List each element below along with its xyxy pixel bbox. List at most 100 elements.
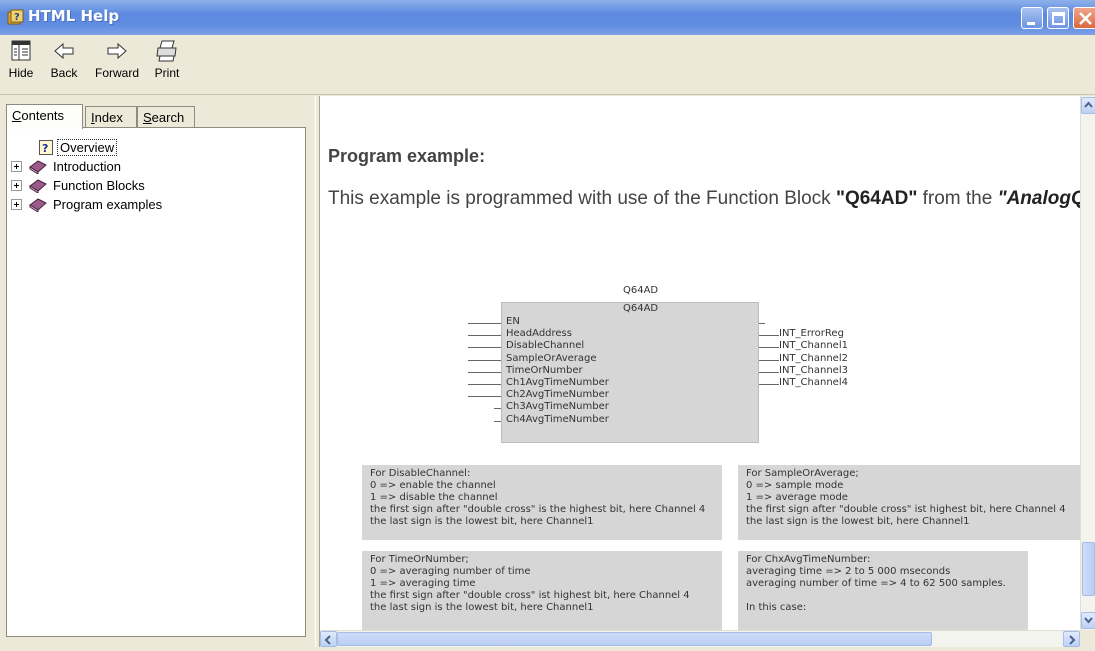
book-icon — [29, 198, 47, 212]
note-line: 0 => enable the channel — [370, 480, 496, 491]
scroll-up-button[interactable] — [1081, 97, 1095, 114]
tree-item-label: Program examples — [53, 197, 163, 212]
printer-icon — [156, 40, 177, 62]
fb-output-value: INT_Channel2 — [779, 353, 848, 364]
scroll-left-button[interactable] — [320, 631, 337, 647]
expand-plus-icon[interactable] — [11, 161, 22, 172]
chevron-down-icon — [1084, 617, 1093, 624]
toolbar: Hide Back Forward Print — [0, 35, 1095, 95]
fb-input-name: EN — [506, 316, 520, 327]
fb-input-wire — [468, 335, 501, 336]
note-line: 0 => averaging number of time — [370, 566, 531, 577]
tree-item-program-examples[interactable]: Program examples — [7, 196, 187, 214]
horizontal-scroll-thumb[interactable] — [337, 632, 932, 646]
help-app-icon: ? — [7, 9, 24, 25]
note-line: 0 => sample mode — [746, 480, 844, 491]
fb-input-wire — [468, 384, 501, 385]
tab-contents-label: ontents — [21, 108, 65, 123]
fb-input-name: TimeOrNumber — [506, 365, 583, 376]
scrollbar-corner — [1080, 630, 1095, 647]
tab-search[interactable]: Search — [137, 106, 195, 128]
forward-arrow-icon — [107, 42, 127, 60]
fb-input-name: Ch3AvgTimeNumber — [506, 401, 609, 412]
vertical-scrollbar[interactable] — [1080, 96, 1095, 630]
fb-output-value: INT_ErrorReg — [779, 328, 844, 339]
hide-pane-icon — [11, 40, 31, 61]
forward-button[interactable]: Forward — [92, 39, 142, 91]
intro-text-mid: from the — [917, 188, 998, 209]
note-line: In this case: — [746, 602, 807, 613]
intro-text-start: This example is programmed with use of t… — [328, 188, 836, 209]
print-button[interactable]: Print — [150, 39, 184, 91]
note-line: the first sign after "double cross" ist … — [370, 590, 690, 601]
note-line: 1 => disable the channel — [370, 492, 498, 503]
back-button[interactable]: Back — [46, 39, 82, 91]
minimize-button[interactable] — [1021, 7, 1043, 29]
fb-title-inner: Q64AD — [623, 303, 659, 314]
tab-contents[interactable]: Contents — [6, 104, 83, 129]
intro-fb-name: "Q64AD" — [835, 188, 918, 209]
note-line: For DisableChannel: — [370, 468, 471, 479]
fb-output-value: INT_Channel1 — [779, 340, 848, 351]
tree-item-function-blocks[interactable]: Function Blocks — [7, 177, 167, 195]
chevron-up-icon — [1084, 101, 1093, 108]
fb-input-name: HeadAddress — [506, 328, 572, 339]
note-line: averaging time => 2 to 5 000 mseconds — [746, 566, 951, 577]
fb-title-outer: Q64AD — [623, 285, 659, 296]
maximize-icon — [1052, 12, 1065, 25]
note-line — [746, 590, 1020, 602]
help-page-icon: ? — [39, 140, 53, 155]
fb-output-wire — [759, 335, 779, 336]
chevron-right-icon — [1069, 635, 1076, 645]
expand-plus-icon[interactable] — [11, 180, 22, 191]
tab-index-label: ndex — [94, 110, 123, 125]
note-line: For TimeOrNumber; — [370, 554, 469, 565]
tree-item-label: Introduction — [53, 159, 121, 174]
back-label: Back — [50, 66, 78, 80]
fb-input-wire — [494, 408, 501, 409]
fb-input-wire — [468, 323, 501, 324]
svg-text:?: ? — [14, 12, 20, 23]
expand-plus-icon[interactable] — [11, 199, 22, 210]
intro-library-name: "AnalogQ. — [997, 188, 1080, 209]
note-line: the first sign after "double cross" is t… — [370, 504, 706, 515]
maximize-button[interactable] — [1047, 7, 1069, 29]
book-icon — [29, 160, 47, 174]
vertical-scroll-thumb[interactable] — [1082, 542, 1095, 596]
fb-input-wire — [468, 347, 501, 348]
fb-output-wire — [759, 372, 779, 373]
tab-search-label: earch — [151, 110, 185, 125]
tree-item-overview[interactable]: ? Overview — [7, 139, 157, 157]
hide-label: Hide — [8, 66, 34, 80]
page-heading: Program example: — [328, 146, 486, 166]
navigation-pane: Contents Index Search ? Overview Introdu… — [0, 96, 315, 647]
tree-item-introduction[interactable]: Introduction — [7, 158, 157, 176]
back-arrow-icon — [54, 42, 74, 60]
note-line: the last sign is the lowest bit, here Ch… — [370, 602, 594, 613]
fb-output-value: INT_Channel3 — [779, 365, 848, 376]
fb-input-wire — [468, 396, 501, 397]
horizontal-scrollbar[interactable] — [320, 630, 1080, 647]
note-line: 1 => average mode — [746, 492, 848, 503]
hide-button[interactable]: Hide — [6, 39, 36, 91]
fb-input-wire — [494, 421, 501, 422]
note-line: the first sign after "double cross" ist … — [746, 504, 1066, 515]
tab-search-key: S — [143, 110, 152, 125]
note-disable-channel: For DisableChannel: 0 => enable the chan… — [362, 465, 722, 540]
note-line: averaging number of time => 4 to 62 500 … — [746, 578, 1006, 589]
tree-item-label: Overview — [57, 139, 118, 156]
close-button[interactable] — [1073, 7, 1095, 29]
scroll-right-button[interactable] — [1063, 631, 1080, 647]
title-bar: ? HTML Help — [0, 0, 1095, 35]
fb-output-wire — [759, 384, 779, 385]
note-line: 1 => averaging time — [370, 578, 476, 589]
close-icon — [1079, 12, 1092, 25]
contents-tree: ? Overview Introduction Function Blocks — [6, 127, 306, 637]
tab-index[interactable]: Index — [85, 106, 137, 128]
note-avg-time-number: For ChxAvgTimeNumber: averaging time => … — [738, 551, 1028, 630]
fb-input-name: Ch2AvgTimeNumber — [506, 389, 609, 400]
chevron-left-icon — [324, 635, 331, 645]
scroll-down-button[interactable] — [1081, 612, 1095, 629]
intro-text: This example is programmed with use of t… — [328, 188, 1080, 210]
tree-item-label: Function Blocks — [53, 178, 145, 193]
